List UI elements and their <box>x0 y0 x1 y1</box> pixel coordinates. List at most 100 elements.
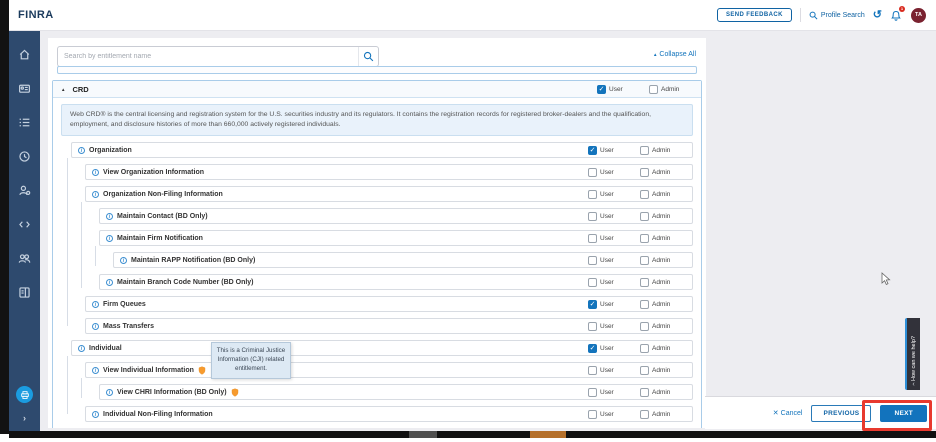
user-checkbox[interactable] <box>588 410 597 419</box>
admin-check-group: Admin <box>640 278 684 287</box>
user-checkbox[interactable] <box>588 212 597 221</box>
user-checkbox[interactable] <box>588 388 597 397</box>
info-icon[interactable]: i <box>92 323 99 330</box>
admin-checkbox[interactable] <box>640 168 649 177</box>
collapse-all-link[interactable]: ▲ Collapse All <box>653 51 696 58</box>
user-checkbox[interactable] <box>588 234 597 243</box>
close-icon: ✕ <box>773 409 779 417</box>
history-icon[interactable]: ↺ <box>873 10 882 20</box>
entitlement-label: View Organization Information <box>103 169 204 176</box>
entitlement-label: Maintain Firm Notification <box>117 235 203 242</box>
next-button[interactable]: NEXT <box>880 405 927 422</box>
top-bar: FINRA SEND FEEDBACK Profile Search ↺ 1 T… <box>9 0 936 31</box>
user-check-group: User <box>588 410 632 419</box>
admin-checkbox[interactable] <box>640 278 649 287</box>
user-checkbox-label: User <box>600 235 614 242</box>
collapse-caret-icon[interactable]: ▲ <box>61 87 65 92</box>
cji-shield-icon-wrap <box>198 366 206 375</box>
info-icon[interactable]: i <box>78 345 85 352</box>
user-check-group: User <box>588 322 632 331</box>
admin-checkbox[interactable] <box>640 322 649 331</box>
developer-code-icon <box>18 218 31 231</box>
info-icon[interactable]: i <box>106 213 113 220</box>
sidebar-item-home[interactable] <box>18 48 31 61</box>
sidebar-item-developer-code[interactable] <box>18 218 31 231</box>
divider <box>800 8 801 22</box>
cancel-link[interactable]: ✕ Cancel <box>773 409 803 417</box>
user-checkbox-label: User <box>600 411 614 418</box>
info-icon[interactable]: i <box>92 411 99 418</box>
admin-checkbox-label: Admin <box>652 411 670 418</box>
admin-checkbox[interactable] <box>649 85 658 94</box>
admin-checkbox[interactable] <box>640 256 649 265</box>
row-checkboxes: User Admin <box>588 388 684 397</box>
admin-checkbox[interactable] <box>640 300 649 309</box>
sidebar-item-id-card[interactable] <box>18 82 31 95</box>
sidebar-expand-chevron-icon[interactable]: › <box>23 413 26 423</box>
admin-checkbox-label: Admin <box>652 323 670 330</box>
row-checkboxes: UserAdmin <box>588 366 684 375</box>
sidebar-item-user-settings[interactable] <box>18 184 31 197</box>
admin-checkbox[interactable] <box>640 212 649 221</box>
search-submit-button[interactable] <box>358 47 378 66</box>
admin-checkbox[interactable] <box>640 146 649 155</box>
user-checkbox[interactable] <box>588 366 597 375</box>
entitlement-search[interactable] <box>57 46 379 67</box>
info-icon[interactable]: i <box>92 169 99 176</box>
user-checkbox[interactable] <box>588 190 597 199</box>
entitlement-row: iIndividual Non-Filing InformationUserAd… <box>85 406 693 422</box>
avatar[interactable]: TA <box>911 8 926 23</box>
notifications-button[interactable]: 1 <box>890 9 903 22</box>
admin-checkbox-label: Admin <box>652 169 670 176</box>
entitlement-row: iOrganization✓UserAdmin <box>71 142 693 158</box>
entitlement-label: Firm Queues <box>103 301 146 308</box>
search-input[interactable] <box>58 53 358 60</box>
notification-badge: 1 <box>899 6 905 12</box>
previous-button[interactable]: PREVIOUS <box>811 405 871 422</box>
info-icon[interactable]: i <box>92 367 99 374</box>
info-icon[interactable]: i <box>106 389 113 396</box>
user-check-group: ✓User <box>597 85 641 94</box>
sidebar-item-entitlement-list[interactable] <box>18 116 31 129</box>
info-icon[interactable]: i <box>106 279 113 286</box>
admin-checkbox-label: Admin <box>652 147 670 154</box>
crd-section-header[interactable]: ▲ CRD ✓UserAdmin <box>53 81 701 98</box>
help-tab[interactable]: How can we help? ‹ <box>905 318 920 390</box>
user-checkbox[interactable] <box>588 322 597 331</box>
user-checkbox[interactable]: ✓ <box>588 300 597 309</box>
user-checkbox[interactable]: ✓ <box>597 85 606 94</box>
tree-guide-line <box>81 202 82 288</box>
send-feedback-button[interactable]: SEND FEEDBACK <box>717 8 792 22</box>
admin-checkbox[interactable] <box>640 234 649 243</box>
row-checkboxes: User Admin <box>588 322 684 331</box>
sidebar-item-help-panel[interactable] <box>18 286 31 299</box>
info-icon[interactable]: i <box>92 301 99 308</box>
user-checkbox[interactable] <box>588 168 597 177</box>
user-checkbox-label: User <box>600 389 614 396</box>
user-checkbox-label: User <box>600 345 614 352</box>
user-checkbox[interactable] <box>588 256 597 265</box>
user-checkbox[interactable]: ✓ <box>588 146 597 155</box>
user-check-group: User <box>588 234 632 243</box>
info-icon[interactable]: i <box>106 235 113 242</box>
admin-checkbox[interactable] <box>640 388 649 397</box>
info-icon[interactable]: i <box>78 147 85 154</box>
chevron-left-icon: ‹ <box>912 381 914 388</box>
print-button[interactable] <box>16 386 33 403</box>
bottom-bar-segment <box>409 431 437 438</box>
admin-checkbox[interactable] <box>640 190 649 199</box>
sidebar-item-user-group[interactable] <box>18 252 31 265</box>
user-checkbox-label: User <box>600 301 614 308</box>
user-checkbox[interactable]: ✓ <box>588 344 597 353</box>
sidebar-item-history[interactable] <box>18 150 31 163</box>
admin-checkbox[interactable] <box>640 366 649 375</box>
profile-search-link[interactable]: Profile Search <box>809 11 865 20</box>
admin-checkbox-label: Admin <box>652 389 670 396</box>
user-checkbox[interactable] <box>588 278 597 287</box>
row-checkboxes: UserAdmin <box>588 168 684 177</box>
info-icon[interactable]: i <box>92 191 99 198</box>
admin-checkbox[interactable] <box>640 410 649 419</box>
admin-check-group: Admin <box>640 146 684 155</box>
info-icon[interactable]: i <box>120 257 127 264</box>
admin-checkbox[interactable] <box>640 344 649 353</box>
